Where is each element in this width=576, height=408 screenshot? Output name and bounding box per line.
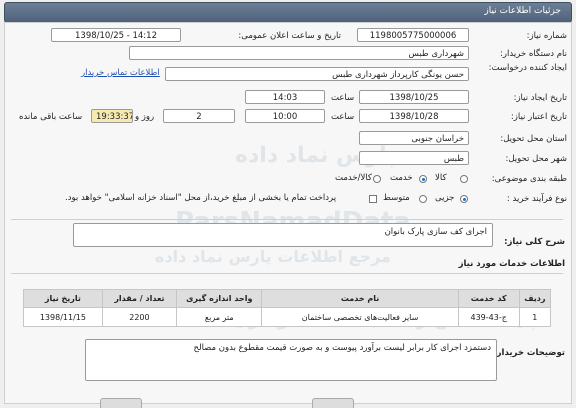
need-date-label: تاریخ ایجاد نیاز: [513, 93, 567, 103]
col-row-number: ردیف [518, 289, 552, 308]
buyer-notes-field[interactable]: دستمزد اجرای کار برابر لیست برآورد پیوست… [85, 339, 497, 381]
treasury-payment-checkbox[interactable] [369, 195, 377, 203]
services-divider [11, 273, 563, 274]
category-goods-service-label: کالا/خدمت [335, 173, 372, 183]
days-label: روز و [135, 112, 155, 122]
days-field[interactable]: 2 [163, 109, 235, 123]
category-service-radio[interactable] [419, 175, 427, 183]
category-goods-service-radio[interactable] [373, 175, 381, 183]
need-date-field[interactable]: 1398/10/25 [359, 90, 469, 104]
col-service-name: نام خدمت [261, 289, 459, 308]
city-field[interactable]: طبس [359, 151, 469, 165]
divider [11, 219, 563, 220]
remaining-time-label: ساعت باقی مانده [19, 112, 83, 122]
col-need-date: تاریخ نیاز [23, 289, 103, 308]
need-number-label: شماره نیاز: [526, 31, 567, 41]
buyer-contact-link[interactable]: اطلاعات تماس خریدار [81, 68, 160, 78]
purchase-minor-radio[interactable] [460, 195, 468, 203]
category-label: طبقه بندی موضوعی: [491, 174, 567, 184]
treasury-payment-note: پرداخت تمام یا بخشی از مبلغ خرید،از محل … [65, 193, 337, 203]
validity-date-label: تاریخ اعتبار نیاز: [510, 112, 567, 122]
category-goods-label: کالا [435, 173, 447, 183]
need-time-label: ساعت [331, 93, 355, 103]
category-goods-radio[interactable] [460, 175, 468, 183]
announce-date-label: تاریخ و ساعت اعلان عمومی: [238, 31, 341, 41]
buyer-notes-label: توضیحات خریدار: [493, 348, 565, 358]
validity-time-field[interactable]: 10:00 [245, 109, 325, 123]
services-section-title: اطلاعات خدمات مورد نیاز [458, 259, 565, 269]
buyer-org-label: نام دستگاه خریدار: [500, 49, 567, 59]
buyer-org-field[interactable]: شهرداری طبس [129, 46, 469, 60]
remaining-time-field: 19:33:37 [91, 109, 133, 123]
col-quantity: تعداد / مقدار [101, 289, 178, 308]
cell-service-code: ج-43-439 [457, 307, 520, 327]
cell-quantity: 2200 [101, 307, 178, 327]
page-title: جزئیات اطلاعات نیاز [484, 6, 561, 16]
province-label: استان محل تحویل: [500, 134, 567, 144]
city-label: شهر محل تحویل: [505, 154, 567, 164]
col-service-code: کد خدمت [457, 289, 520, 308]
cell-row-number: 1 [518, 307, 552, 327]
services-table: ردیف کد خدمت نام خدمت واحد اندازه گیری ت… [23, 289, 552, 327]
summary-field[interactable]: اجرای کف سازی پارک بانوان [73, 223, 493, 247]
page-header: جزئیات اطلاعات نیاز [4, 2, 572, 23]
summary-label: شرح کلی نیاز: [504, 237, 565, 247]
need-time-field[interactable]: 14:03 [245, 90, 325, 104]
announce-date-field[interactable]: 1398/10/25 - 14:12 [51, 28, 181, 42]
province-field[interactable]: خراسان جنوبی [359, 131, 469, 145]
cell-unit: متر مربع [176, 307, 263, 327]
col-unit: واحد اندازه گیری [176, 289, 263, 308]
table-row: 1 ج-43-439 سایر فعالیت‌های تخصصی ساختمان… [23, 307, 552, 327]
purchase-minor-label: جزیی [435, 193, 455, 203]
validity-time-label: ساعت [331, 112, 355, 122]
creator-label: ایجاد کننده درخواست: [488, 63, 567, 73]
validity-date-field[interactable]: 1398/10/28 [359, 109, 469, 123]
details-panel: ParsNamadData پارس نماد داده مرجع اطلاعا… [4, 22, 572, 404]
creator-field[interactable]: حسن یونگی کارپرداز شهرداری طبس [165, 67, 469, 81]
purchase-medium-radio[interactable] [419, 195, 427, 203]
services-table-header: ردیف کد خدمت نام خدمت واحد اندازه گیری ت… [23, 289, 552, 308]
cell-service-name: سایر فعالیت‌های تخصصی ساختمان [261, 307, 459, 327]
cell-need-date: 1398/11/15 [23, 307, 103, 327]
need-number-field[interactable]: 1198005775000006 [357, 28, 469, 42]
watermark-ref-text: مرجع اطلاعات پارس نماد داده [155, 247, 391, 266]
category-service-label: خدمت [390, 173, 413, 183]
purchase-type-label: نوع فرآیند خرید : [506, 194, 567, 204]
purchase-medium-label: متوسط [383, 193, 410, 203]
